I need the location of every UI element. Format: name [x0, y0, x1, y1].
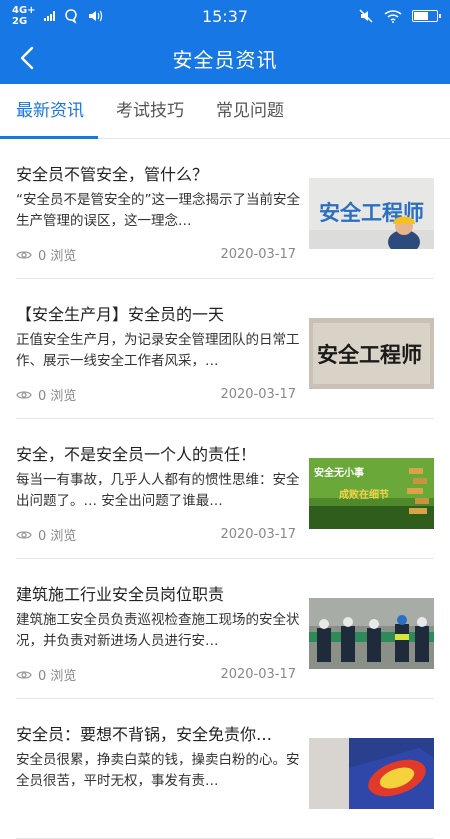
article-thumbnail[interactable]: 安全工程师 [309, 318, 434, 389]
view-count: 0 浏览 [16, 245, 76, 264]
article-title: 【安全生产月】安全员的一天 [16, 305, 225, 324]
article-item[interactable]: 安全员不管安全，管什么？ “安全员不是管安全的”这一理念揭示了当前安全生产管理的… [16, 139, 434, 279]
battery-icon [412, 10, 441, 22]
eye-icon [16, 530, 32, 539]
tab-latest-news[interactable]: 最新资讯 [0, 84, 98, 139]
eye-icon [16, 250, 32, 259]
status-time: 15:37 [201, 6, 249, 26]
status-bar: 4G+ 2G 15:37 [0, 0, 450, 32]
article-title: 安全员不管安全，管什么？ [16, 165, 209, 184]
article-summary: 建筑施工安全员负责巡视检查施工现场的安全状况，并负责对新进场人员进行安… [16, 612, 300, 649]
eye-icon [16, 670, 32, 679]
article-summary: 正值安全生产月，为记录安全管理团队的日常工作、展示一线安全工作者风采，… [16, 332, 300, 369]
tab-faq[interactable]: 常见问题 [216, 84, 284, 138]
view-count-label: 0 浏览 [38, 529, 77, 544]
status-left: 4G+ 2G [12, 5, 103, 27]
view-count: 0 浏览 [16, 525, 76, 544]
signal-icon [43, 11, 55, 21]
article-title: 建筑施工行业安全员岗位职责 [16, 585, 225, 604]
thumbnail-caption: 安全无小事 [314, 466, 364, 479]
chat-bubble-icon [64, 9, 77, 24]
network-indicator: 4G+ 2G [12, 5, 36, 27]
article-item[interactable]: 安全员：要想不背锅，安全免责你… 安全员很累，挣卖白菜的钱，操卖白粉的心。安全员… [16, 699, 434, 839]
article-meta: 0 浏览 2020-03-17 [16, 525, 296, 544]
network-bottom-label: 2G [12, 16, 28, 27]
network-top-label: 4G+ [12, 5, 36, 16]
article-date: 2020-03-17 [220, 527, 296, 542]
volume-icon [88, 10, 102, 22]
article-thumbnail[interactable] [309, 738, 434, 809]
article-meta: 0 浏览 2020-03-17 [16, 385, 296, 404]
article-list: 安全员不管安全，管什么？ “安全员不是管安全的”这一理念揭示了当前安全生产管理的… [0, 139, 450, 839]
thumbnail-caption: 成败在细节 [339, 488, 389, 501]
article-summary: 每当一有事故，几乎人人都有的惯性思维：安全出问题了。… 安全出问题了谁最… [16, 472, 300, 509]
view-count-label: 0 浏览 [38, 389, 77, 404]
article-title: 安全员：要想不背锅，安全免责你… [16, 725, 273, 744]
article-summary: 安全员很累，挣卖白菜的钱，操卖白粉的心。安全员很苦，平时无权，事发有责… [16, 752, 300, 789]
article-meta: 0 浏览 2020-03-17 [16, 245, 296, 264]
article-item[interactable]: 安全，不是安全员一个人的责任！ 每当一有事故，几乎人人都有的惯性思维：安全出问题… [16, 419, 434, 559]
tab-exam-tips[interactable]: 考试技巧 [116, 84, 184, 138]
article-date: 2020-03-17 [220, 387, 296, 402]
article-thumbnail[interactable]: 安全无小事 成败在细节 [309, 458, 434, 529]
nav-bar: 安全员资讯 [0, 32, 450, 84]
article-item[interactable]: 建筑施工行业安全员岗位职责 建筑施工安全员负责巡视检查施工现场的安全状况，并负责… [16, 559, 434, 699]
article-thumbnail[interactable] [309, 598, 434, 669]
thumbnail-caption: 安全工程师 [317, 343, 422, 367]
status-right [358, 8, 441, 24]
article-date: 2020-03-17 [220, 247, 296, 262]
eye-icon [16, 390, 32, 399]
tab-bar: 最新资讯 考试技巧 常见问题 [0, 84, 450, 139]
article-meta: 0 浏览 2020-03-17 [16, 665, 296, 684]
article-title: 安全，不是安全员一个人的责任！ [16, 445, 257, 464]
back-arrow-icon[interactable] [14, 44, 42, 72]
view-count: 0 浏览 [16, 385, 76, 404]
article-date: 2020-03-17 [220, 667, 296, 682]
view-count: 0 浏览 [16, 665, 76, 684]
view-count-label: 0 浏览 [38, 249, 77, 264]
article-thumbnail[interactable]: 安全工程师 [309, 178, 434, 249]
article-summary: “安全员不是管安全的”这一理念揭示了当前安全生产管理的误区，这一理念… [16, 192, 300, 229]
mute-icon [359, 9, 373, 23]
view-count-label: 0 浏览 [38, 669, 77, 684]
wifi-icon [384, 10, 402, 23]
article-item[interactable]: 【安全生产月】安全员的一天 正值安全生产月，为记录安全管理团队的日常工作、展示一… [16, 279, 434, 419]
page-title: 安全员资讯 [172, 47, 278, 72]
